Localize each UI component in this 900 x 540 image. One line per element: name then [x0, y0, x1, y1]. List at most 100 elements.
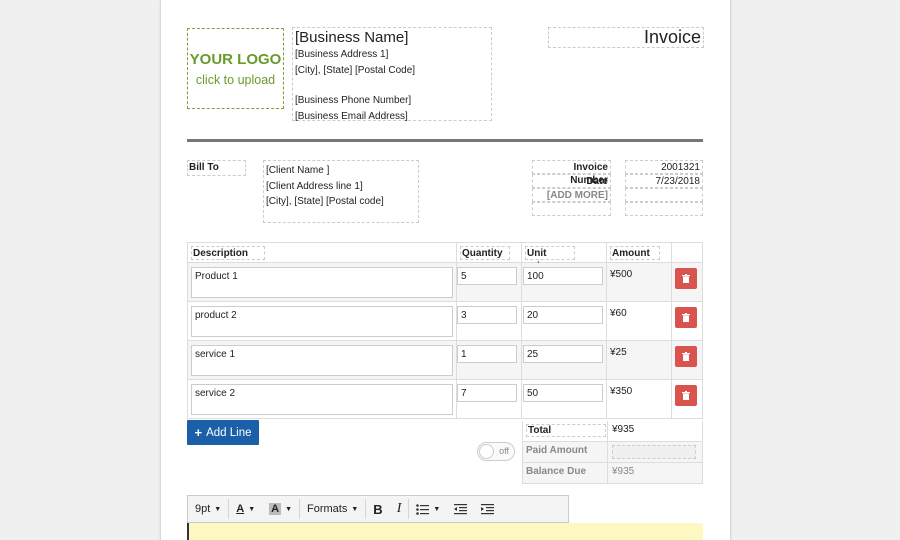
amount-value: ¥25	[610, 347, 627, 358]
formats-dropdown[interactable]: Formats ▼	[300, 496, 365, 522]
header-unit-price[interactable]: Unit price	[525, 246, 575, 272]
date-field[interactable]: 7/23/2018	[625, 174, 703, 188]
header-unit-price-cell: Unit price	[521, 242, 607, 272]
header-description[interactable]: Description	[191, 246, 265, 260]
caret-down-icon: ▼	[285, 505, 293, 513]
toggle-label: off	[499, 446, 509, 456]
logo-main-text: YOUR LOGO	[189, 50, 282, 68]
invoice-number-field[interactable]: 2001321	[625, 160, 703, 174]
background-color-button[interactable]: A ▼	[262, 496, 299, 522]
description-input[interactable]: service 2	[191, 384, 453, 415]
header-amount[interactable]: Amount	[610, 246, 660, 260]
plus-icon: +	[194, 425, 203, 440]
table-border-right	[702, 242, 703, 419]
meta-extra-value[interactable]	[625, 188, 703, 202]
add-line-label: Add Line	[206, 426, 252, 439]
description-input[interactable]: service 1	[191, 345, 453, 376]
table-divider	[456, 242, 457, 419]
table-divider	[521, 242, 522, 419]
bullet-list-icon	[416, 503, 430, 515]
table-divider	[606, 242, 607, 419]
header-quantity-cell: Quantity	[456, 242, 522, 263]
table-border-left	[187, 242, 188, 419]
paid-toggle[interactable]: off	[477, 442, 515, 461]
caret-down-icon: ▼	[248, 505, 256, 513]
formats-label: Formats	[307, 503, 348, 515]
paid-amount-label: Paid Amount	[522, 442, 607, 463]
client-address: [Client Address line 1]	[266, 180, 363, 192]
client-info-field[interactable]: [Client Name ] [Client Address line 1] […	[263, 160, 419, 223]
header-quantity[interactable]: Quantity	[460, 246, 510, 260]
trash-icon	[682, 313, 690, 322]
bold-icon: B	[373, 501, 383, 517]
client-name: [Client Name ]	[266, 165, 330, 176]
business-address: [Business Address 1]	[295, 49, 389, 60]
bold-button[interactable]: B	[366, 496, 389, 522]
caret-down-icon: ▼	[433, 505, 441, 513]
date-label[interactable]: Date	[532, 174, 611, 188]
business-email: [Business Email Address]	[295, 110, 408, 122]
caret-down-icon: ▼	[214, 505, 222, 513]
delete-row-button[interactable]	[675, 268, 697, 289]
trash-icon	[682, 352, 690, 361]
business-info-field[interactable]: [Business Name] [Business Address 1] [Ci…	[292, 27, 492, 122]
invoice-title[interactable]: Invoice	[548, 27, 704, 48]
total-label-cell: Total	[522, 421, 607, 442]
header-amount-cell: Amount	[606, 242, 672, 263]
italic-icon: I	[396, 501, 402, 516]
delete-row-button[interactable]	[675, 385, 697, 406]
text-color-button[interactable]: A ▼	[229, 496, 262, 522]
invoice-number-label[interactable]: Invoice Number	[532, 160, 611, 186]
italic-button[interactable]: I	[390, 496, 409, 522]
background-color-icon: A	[269, 503, 282, 515]
quantity-input[interactable]: 1	[457, 345, 517, 363]
logo-sub-text: click to upload	[195, 72, 276, 87]
invoice-paper: YOUR LOGO click to upload [Business Name…	[160, 0, 731, 540]
add-more-button[interactable]: [ADD MORE]	[532, 188, 611, 202]
table-row: product 2 3 20 ¥60	[187, 302, 703, 341]
unit-price-input[interactable]: 50	[523, 384, 603, 402]
amount-value: ¥350	[610, 386, 633, 397]
delete-row-button[interactable]	[675, 346, 697, 367]
quantity-input[interactable]: 3	[457, 306, 517, 324]
toggle-knob	[479, 444, 494, 459]
font-size-dropdown[interactable]: 9pt ▼	[188, 496, 228, 522]
table-row: service 2 7 50 ¥350	[187, 380, 703, 419]
business-phone: [Business Phone Number]	[295, 95, 412, 106]
paid-amount-cell	[607, 442, 703, 463]
unit-price-input[interactable]: 100	[523, 267, 603, 285]
bullet-list-button[interactable]: ▼	[409, 496, 447, 522]
quantity-input[interactable]: 5	[457, 267, 517, 285]
header-actions-cell	[671, 242, 703, 263]
font-size-value: 9pt	[195, 503, 211, 515]
unit-price-input[interactable]: 20	[523, 306, 603, 324]
text-color-icon: A	[236, 503, 245, 515]
logo-upload[interactable]: YOUR LOGO click to upload	[187, 28, 284, 109]
notes-editor[interactable]	[187, 523, 703, 540]
total-label[interactable]: Total	[526, 424, 606, 437]
amount-value: ¥60	[610, 308, 627, 319]
meta-extra-label-2[interactable]	[532, 202, 611, 216]
indent-icon	[481, 503, 495, 514]
editor-toolbar: 9pt ▼ A ▼ A ▼ Formats ▼ B I ▼	[187, 495, 569, 523]
add-line-button[interactable]: + Add Line	[187, 420, 259, 445]
business-name: [Business Name]	[295, 29, 409, 46]
business-city-line: [City], [State] [Postal Code]	[295, 64, 416, 76]
paid-amount-input[interactable]	[612, 445, 696, 459]
description-input[interactable]: Product 1	[191, 267, 453, 298]
unit-price-input[interactable]: 25	[523, 345, 603, 363]
table-row: Product 1 5 100 ¥500	[187, 263, 703, 302]
outdent-icon	[454, 503, 468, 514]
outdent-button[interactable]	[447, 496, 474, 522]
meta-extra-value-2[interactable]	[625, 202, 703, 216]
caret-down-icon: ▼	[351, 505, 359, 513]
trash-icon	[682, 391, 690, 400]
bill-to-label[interactable]: Bill To	[187, 160, 246, 176]
description-input[interactable]: product 2	[191, 306, 453, 337]
indent-button[interactable]	[474, 496, 501, 522]
trash-icon	[682, 274, 690, 283]
quantity-input[interactable]: 7	[457, 384, 517, 402]
balance-due-label: Balance Due	[522, 463, 607, 484]
table-divider	[671, 242, 672, 419]
delete-row-button[interactable]	[675, 307, 697, 328]
